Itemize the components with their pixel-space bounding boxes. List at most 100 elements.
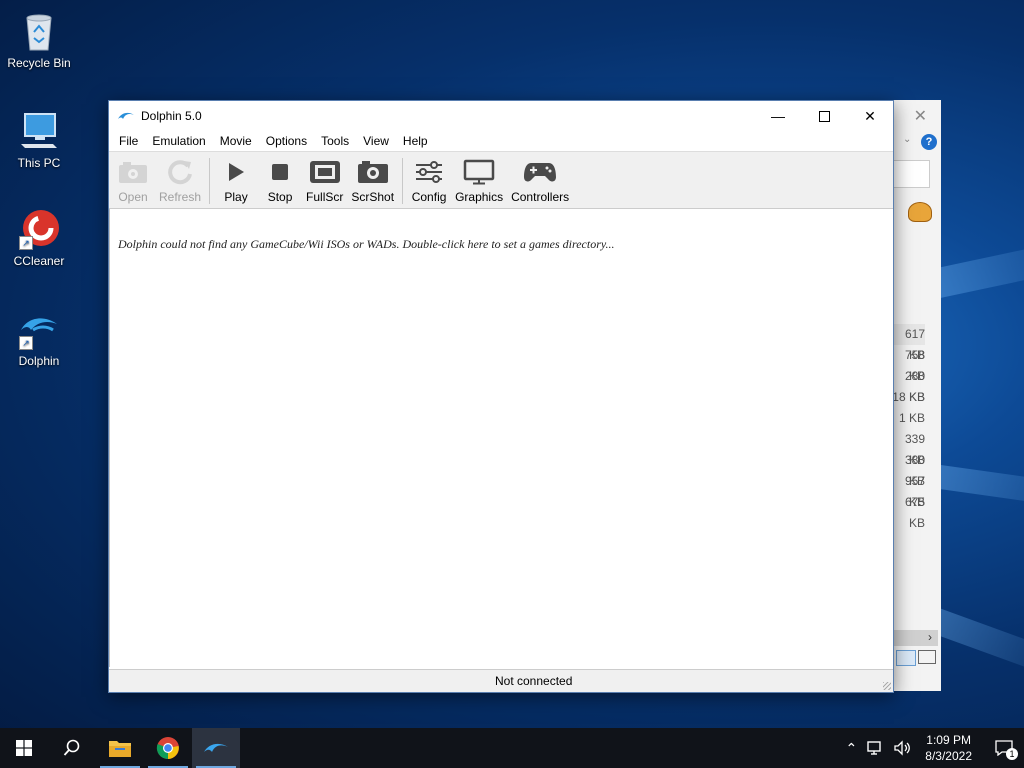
menu-file[interactable]: File (112, 134, 145, 148)
taskbar-file-explorer[interactable] (96, 728, 144, 768)
computer-icon (17, 108, 61, 152)
close-button[interactable]: ✕ (847, 101, 893, 131)
menu-tools[interactable]: Tools (314, 134, 356, 148)
desktop-icon-ccleaner[interactable]: ↗ CCleaner (1, 206, 77, 268)
details-view-icon[interactable] (896, 650, 916, 666)
file-size: 380 KB (904, 453, 925, 488)
menu-options[interactable]: Options (259, 134, 314, 148)
open-button[interactable]: Open (111, 158, 155, 208)
chrome-icon (156, 737, 179, 760)
maximize-icon (818, 110, 830, 122)
menu-bar: File Emulation Movie Options Tools View … (109, 131, 893, 152)
clock-date: 8/3/2022 (925, 749, 972, 763)
shortcut-arrow-icon: ↗ (19, 336, 33, 350)
refresh-label: Refresh (159, 190, 202, 204)
notification-badge: 1 (1006, 748, 1018, 760)
large-icons-view-icon[interactable] (918, 650, 936, 664)
window-title: Dolphin 5.0 (141, 109, 202, 123)
menu-help[interactable]: Help (396, 134, 435, 148)
desktop-icon-label: Dolphin (18, 354, 60, 368)
file-size: 957 KB (904, 474, 925, 509)
maximize-button[interactable] (801, 101, 847, 131)
chevron-right-icon[interactable]: › (928, 630, 932, 644)
dolphin-icon (204, 743, 228, 752)
stop-icon (263, 158, 297, 186)
taskbar-dolphin[interactable] (192, 728, 240, 768)
refresh-button[interactable]: Refresh (155, 158, 205, 208)
file-size: 280 KB (904, 369, 925, 404)
play-button[interactable]: Play (214, 158, 258, 208)
empty-game-list-message[interactable]: Dolphin could not find any GameCube/Wii … (118, 237, 615, 252)
close-icon[interactable]: ✕ (914, 106, 927, 126)
sliders-icon (412, 158, 446, 186)
refresh-icon (163, 158, 197, 186)
recycle-bin-icon (17, 8, 61, 52)
menu-movie[interactable]: Movie (213, 134, 259, 148)
search-box[interactable] (892, 160, 930, 188)
file-size: 675 KB (904, 495, 925, 530)
file-size: 339 KB (904, 432, 925, 467)
file-size: 1 KB (898, 411, 925, 425)
toolbar: Open Refresh Play Stop FullScr ScrShot C… (109, 152, 893, 209)
action-center-button[interactable]: 1 (984, 728, 1024, 768)
ccleaner-icon: ↗ (17, 206, 61, 250)
controllers-label: Controllers (511, 190, 570, 204)
config-label: Config (411, 190, 447, 204)
start-button[interactable] (0, 728, 48, 768)
shortcut-arrow-icon: ↗ (19, 236, 33, 250)
stop-button[interactable]: Stop (258, 158, 302, 208)
file-size: 758 KB (904, 348, 925, 383)
graphics-label: Graphics (455, 190, 504, 204)
clock-time: 1:09 PM (926, 733, 971, 747)
file-size: 18 KB (892, 390, 925, 404)
fullscreen-label: FullScr (306, 190, 344, 204)
shell-icon (908, 202, 932, 222)
open-icon (116, 158, 150, 186)
controllers-button[interactable]: Controllers (507, 158, 573, 208)
game-list[interactable]: Dolphin could not find any GameCube/Wii … (109, 209, 893, 667)
desktop-icon-dolphin[interactable]: ↗ Dolphin (1, 306, 77, 368)
chevron-up-icon[interactable]: ⌃ (846, 740, 858, 757)
menu-emulation[interactable]: Emulation (145, 134, 212, 148)
windows-logo-icon (16, 740, 32, 756)
resize-grip-icon[interactable] (883, 682, 891, 690)
desktop-icon-recycle-bin[interactable]: Recycle Bin (1, 8, 77, 70)
background-explorer-window[interactable]: ✕ ⌄ ? 617 KB 758 KB 280 KB 18 KB 1 KB 33… (891, 100, 941, 691)
system-tray: ⌃ 1:09 PM 8/3/2022 1 (840, 728, 1024, 768)
clock[interactable]: 1:09 PM 8/3/2022 (925, 732, 972, 764)
network-icon[interactable] (867, 740, 885, 756)
file-size-column: 617 KB 758 KB 280 KB 18 KB 1 KB 339 KB 3… (892, 324, 925, 530)
desktop-icon-label: This PC (17, 156, 61, 170)
dolphin-icon (118, 112, 134, 119)
desktop-icon-label: Recycle Bin (7, 56, 71, 70)
file-size: 617 KB (892, 324, 925, 362)
stop-label: Stop (267, 190, 293, 204)
camera-icon (356, 158, 390, 186)
screenshot-button[interactable]: ScrShot (347, 158, 398, 208)
gamepad-icon (523, 158, 557, 186)
status-bar: Not connected (109, 669, 893, 692)
minimize-button[interactable]: — (755, 101, 801, 131)
folder-icon (109, 741, 131, 757)
desktop-icon-label: CCleaner (13, 254, 65, 268)
toolbar-separator (209, 158, 211, 204)
volume-icon[interactable] (893, 740, 911, 756)
toolbar-separator (402, 158, 404, 204)
config-button[interactable]: Config (407, 158, 451, 208)
taskbar: ⌃ 1:09 PM 8/3/2022 1 (0, 728, 1024, 768)
help-icon[interactable]: ? (921, 134, 937, 150)
connection-status: Not connected (495, 674, 573, 688)
graphics-button[interactable]: Graphics (451, 158, 507, 208)
screenshot-label: ScrShot (351, 190, 395, 204)
open-label: Open (118, 190, 148, 204)
taskbar-chrome[interactable] (144, 728, 192, 768)
play-label: Play (224, 190, 248, 204)
title-bar[interactable]: Dolphin 5.0 — ✕ (109, 101, 893, 131)
desktop-icon-this-pc[interactable]: This PC (1, 108, 77, 170)
menu-view[interactable]: View (356, 134, 396, 148)
search-button[interactable] (48, 728, 96, 768)
search-icon (63, 739, 80, 756)
chevron-down-icon[interactable]: ⌄ (903, 134, 911, 145)
fullscreen-button[interactable]: FullScr (302, 158, 347, 208)
dolphin-window: Dolphin 5.0 — ✕ File Emulation Movie Opt… (108, 100, 894, 693)
